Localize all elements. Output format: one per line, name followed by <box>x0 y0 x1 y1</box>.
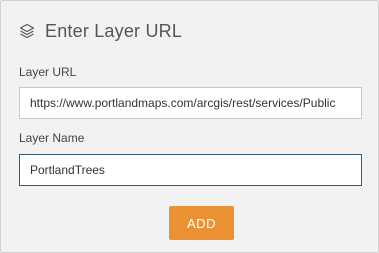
panel-title: Enter Layer URL <box>45 20 183 41</box>
panel-header: Enter Layer URL <box>19 17 182 45</box>
layer-url-input[interactable] <box>19 87 362 119</box>
layer-name-label: Layer Name <box>19 131 85 145</box>
add-button[interactable]: ADD <box>169 206 234 240</box>
layer-url-label: Layer URL <box>19 65 77 79</box>
enter-layer-url-panel: Enter Layer URL Layer URL Layer Name ADD <box>0 0 379 253</box>
layer-name-input[interactable] <box>19 154 362 186</box>
layers-icon <box>19 23 35 39</box>
